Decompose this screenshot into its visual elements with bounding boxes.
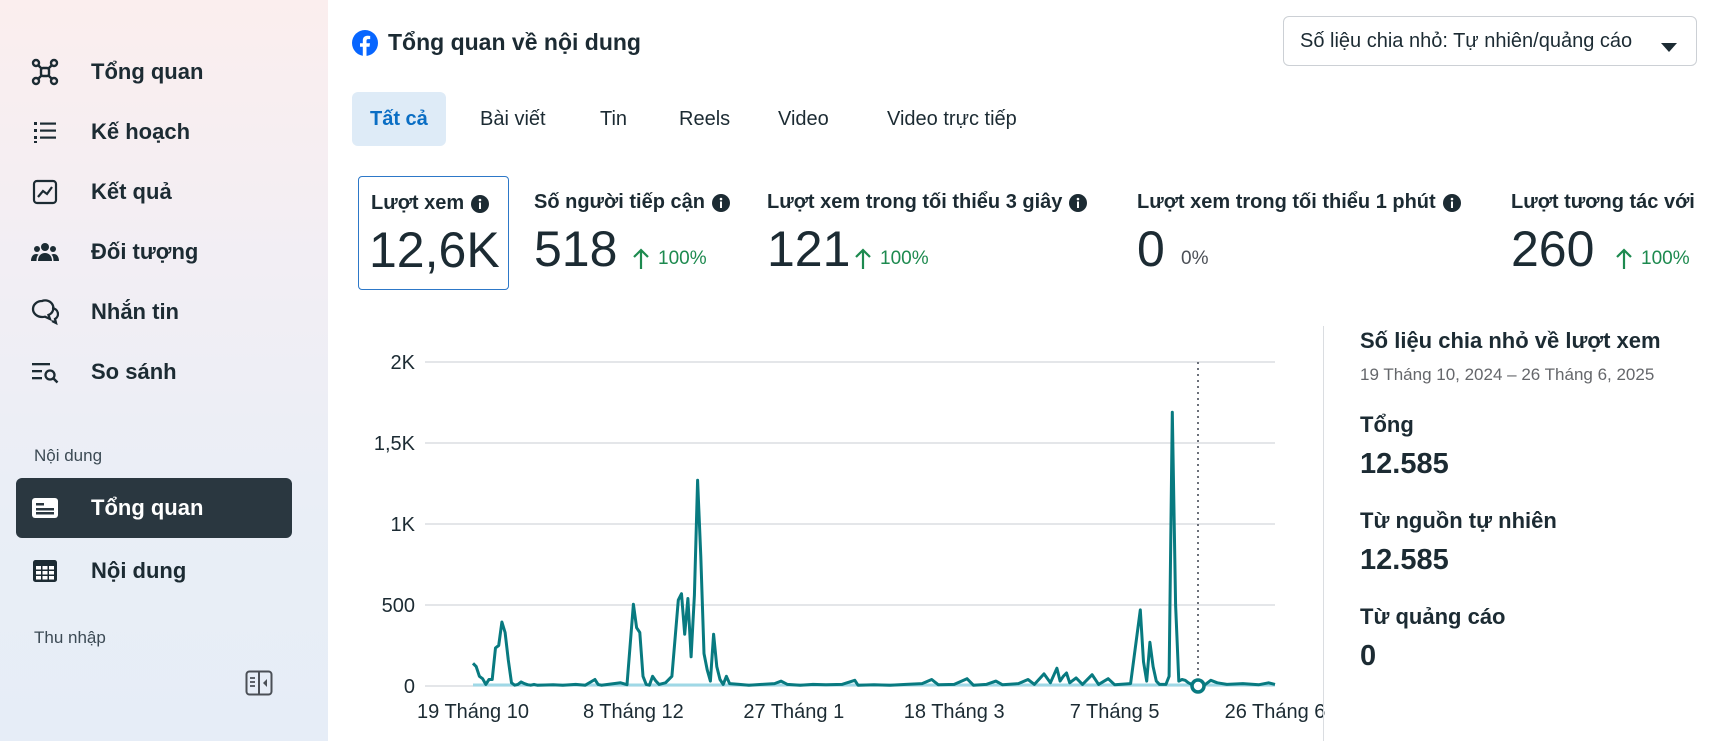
views-chart: 0 500 1K 1,5K 2K 19 Tháng 10 8 Tháng 12 27 Thán… — [350, 320, 1330, 730]
info-icon — [471, 194, 490, 213]
sidebar-item-label: Đối tượng — [91, 239, 199, 264]
collapse-sidebar-button[interactable] — [244, 670, 274, 700]
metric-interactions[interactable]: Lượt tương tác với 260 100% — [1511, 176, 1725, 290]
collapse-panel-icon — [245, 670, 273, 701]
organic-label: Từ nguồn tự nhiên — [1360, 508, 1557, 533]
sidebar-item-audience[interactable]: Đối tượng — [16, 222, 292, 282]
sidebar-item-label: Tổng quan — [91, 59, 204, 84]
tab-posts[interactable]: Bài viết — [462, 92, 564, 146]
info-icon — [1442, 193, 1461, 212]
metric-value: 260 — [1511, 221, 1595, 277]
metric-label: Số người tiếp cận — [534, 191, 705, 213]
metric-delta: 100% — [880, 248, 929, 269]
sidebar-item-content[interactable]: Nội dung — [16, 541, 292, 601]
metric-label: Lượt xem trong tối thiểu 1 phút — [1137, 191, 1436, 213]
metric-delta: 0% — [1181, 248, 1209, 269]
ads-label: Từ quảng cáo — [1360, 604, 1506, 629]
section-label-content: Nội dung — [34, 446, 103, 465]
sidebar-item-overview[interactable]: Tổng quan — [16, 42, 292, 102]
arrow-up-icon — [855, 248, 871, 269]
metric-delta: 100% — [1641, 248, 1690, 269]
info-icon — [1069, 193, 1088, 212]
people-group-icon — [30, 237, 60, 267]
compare-search-icon — [30, 357, 60, 387]
tab-video[interactable]: Video — [760, 92, 847, 146]
sidebar-item-label: So sánh — [91, 359, 177, 384]
metric-reach[interactable]: Số người tiếp cận 518 100% — [534, 176, 744, 290]
tab-live-video[interactable]: Video trực tiếp — [869, 92, 1035, 146]
list-icon — [30, 117, 60, 147]
arrow-up-icon — [633, 248, 649, 269]
views-line-chart: 0 500 1K 1,5K 2K 19 Tháng 10 8 Tháng 12 27 Thán… — [374, 352, 1326, 723]
sidebar-item-label: Tổng quan — [91, 495, 204, 520]
metric-label: Lượt xem — [371, 192, 465, 214]
id-card-icon — [30, 493, 60, 523]
metric-value: 12,6K — [369, 222, 500, 278]
metric-value: 518 — [534, 221, 618, 277]
sidebar-item-label: Kế hoạch — [91, 119, 191, 144]
x-tick-label: 18 Tháng 3 — [904, 701, 1005, 723]
breakdown-dropdown[interactable]: Số liệu chia nhỏ: Tự nhiên/quảng cáo — [1283, 16, 1697, 66]
ads-value: 0 — [1360, 640, 1377, 672]
facebook-logo-icon — [352, 30, 378, 56]
x-tick-label: 19 Tháng 10 — [417, 701, 529, 723]
arrow-up-icon — [1616, 248, 1632, 269]
metric-value: 121 — [767, 221, 851, 277]
breakdown-title: Số liệu chia nhỏ về lượt xem — [1360, 328, 1661, 353]
caret-down-icon — [1660, 36, 1678, 59]
sidebar-item-plan[interactable]: Kế hoạch — [16, 102, 292, 162]
metric-value: 0 — [1137, 221, 1165, 277]
line-chart-icon — [30, 177, 60, 207]
network-nodes-icon — [30, 57, 60, 87]
metric-label: Lượt xem trong tối thiểu 3 giây — [767, 191, 1063, 213]
series-line-organic — [471, 410, 1276, 687]
y-tick-label: 500 — [382, 595, 415, 617]
x-tick-label: 8 Tháng 12 — [583, 701, 684, 723]
metric-views-3s[interactable]: Lượt xem trong tối thiểu 3 giây 121 100% — [767, 176, 1097, 290]
info-icon — [711, 193, 730, 212]
total-label: Tổng — [1360, 412, 1414, 437]
page-title: Tổng quan về nội dung — [388, 29, 641, 55]
tab-stories[interactable]: Tin — [582, 92, 645, 146]
sidebar-item-messaging[interactable]: Nhắn tin — [16, 282, 292, 342]
y-tick-label: 2K — [391, 352, 416, 374]
metric-views-1m[interactable]: Lượt xem trong tối thiểu 1 phút 0 0% — [1137, 176, 1477, 290]
sidebar-item-label: Nội dung — [91, 558, 187, 583]
table-grid-icon — [30, 556, 60, 586]
organic-value: 12.585 — [1360, 544, 1449, 576]
y-tick-label: 1,5K — [374, 433, 416, 455]
dropdown-value: Số liệu chia nhỏ: Tự nhiên/quảng cáo — [1300, 29, 1633, 52]
y-tick-label: 1K — [391, 514, 416, 536]
breakdown-date-range: 19 Tháng 10, 2024 – 26 Tháng 6, 2025 — [1360, 365, 1655, 384]
section-label-income: Thu nhập — [34, 628, 106, 647]
sidebar-item-results[interactable]: Kết quả — [16, 162, 292, 222]
sidebar: Tổng quan Kế hoạch Kết quả Đối tượng Nhắ… — [0, 0, 328, 741]
x-tick-label: 26 Tháng 6 — [1225, 701, 1326, 723]
sidebar-item-label: Kết quả — [91, 179, 172, 204]
x-tick-label: 27 Tháng 1 — [743, 701, 844, 723]
tab-reels[interactable]: Reels — [661, 92, 748, 146]
metric-views[interactable]: Lượt xem 12,6K — [358, 176, 509, 290]
y-tick-label: 0 — [404, 676, 415, 698]
metric-delta: 100% — [658, 248, 707, 269]
tab-all[interactable]: Tất cả — [352, 92, 446, 146]
total-value: 12.585 — [1360, 448, 1449, 480]
x-tick-label: 7 Tháng 5 — [1070, 701, 1160, 723]
chat-bubbles-icon — [30, 297, 60, 327]
sidebar-item-label: Nhắn tin — [91, 299, 179, 324]
sidebar-item-content-overview[interactable]: Tổng quan — [16, 478, 292, 538]
sidebar-item-compare[interactable]: So sánh — [16, 342, 292, 402]
panel-divider — [1323, 326, 1324, 741]
hover-point — [1190, 678, 1206, 694]
metric-label: Lượt tương tác với — [1511, 191, 1695, 213]
